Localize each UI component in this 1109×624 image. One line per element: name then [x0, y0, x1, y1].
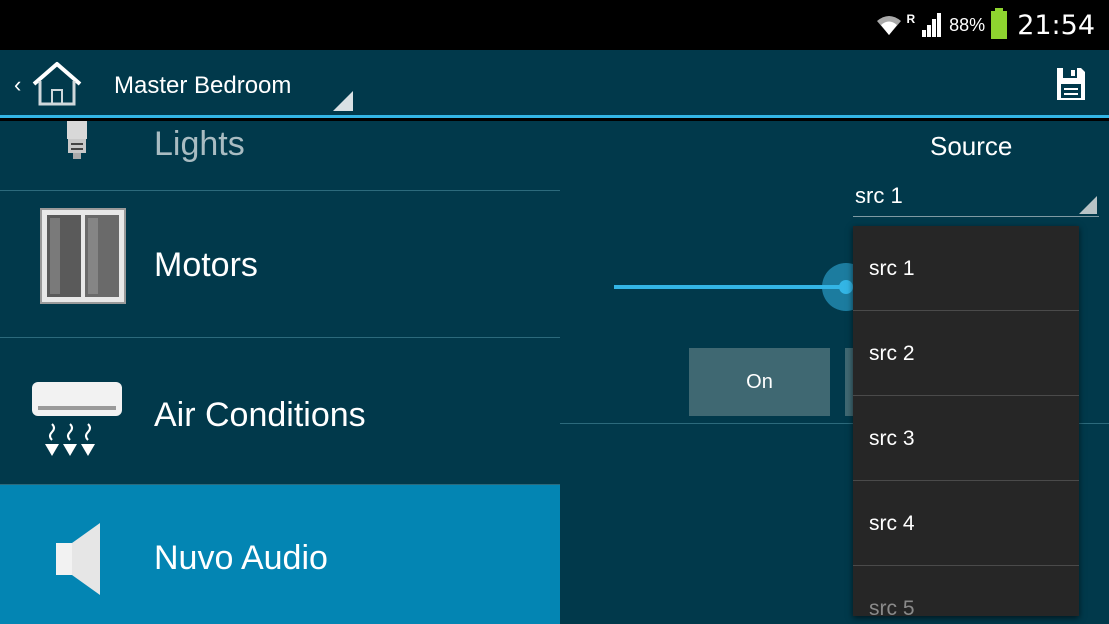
dropdown-option-label: src 4: [869, 512, 915, 535]
speaker-icon: [56, 523, 100, 595]
list-item-label: Motors: [154, 246, 258, 284]
dropdown-option-src-3[interactable]: src 3: [853, 396, 1079, 481]
dropdown-option-src-2[interactable]: src 2: [853, 311, 1079, 396]
dropdown-option-src-4[interactable]: src 4: [853, 481, 1079, 566]
list-item-lights[interactable]: Lights: [0, 121, 560, 191]
volume-slider-track[interactable]: [614, 285, 847, 289]
source-label: Source: [930, 131, 1013, 161]
device-category-list: Lights Motors Air Conditions Nuvo Audio: [0, 121, 560, 624]
window-motor-icon: [40, 208, 126, 304]
source-select[interactable]: src 1: [853, 177, 1099, 217]
list-item-nuvo-audio[interactable]: Nuvo Audio: [0, 485, 560, 624]
dropdown-option-label: src 3: [869, 427, 915, 450]
dropdown-option-label: src 1: [869, 257, 915, 280]
action-bar: ‹ Master Bedroom: [0, 50, 1109, 118]
battery-percent: 88%: [949, 14, 986, 35]
roaming-indicator: R: [906, 12, 916, 26]
wifi-icon: [877, 16, 902, 35]
page-title[interactable]: Master Bedroom: [114, 72, 291, 100]
dropdown-option-src-1[interactable]: src 1: [853, 226, 1079, 311]
dropdown-option-src-5[interactable]: src 5: [853, 566, 1079, 616]
list-item-label: Lights: [154, 125, 245, 163]
air-conditioner-icon: [32, 382, 122, 456]
home-icon[interactable]: [30, 60, 84, 106]
list-item-label: Nuvo Audio: [154, 539, 328, 577]
on-button-label: On: [746, 370, 773, 393]
up-navigation-icon[interactable]: ‹: [14, 72, 21, 98]
title-dropdown-arrow-icon[interactable]: [333, 91, 353, 111]
select-arrow-icon: [1079, 196, 1097, 214]
dropdown-option-label: src 2: [869, 342, 915, 365]
signal-icon: [922, 13, 942, 37]
status-bar: R 88% 21:54: [0, 0, 1109, 50]
source-selected-value: src 1: [855, 183, 903, 208]
status-icons: R 88% 21:54: [876, 0, 1095, 50]
on-button[interactable]: On: [689, 348, 830, 416]
source-dropdown-menu: src 1 src 2 src 3 src 4 src 5: [853, 226, 1079, 616]
list-item-motors[interactable]: Motors: [0, 191, 560, 338]
clock: 21:54: [1017, 9, 1095, 41]
list-item-label: Air Conditions: [154, 396, 366, 434]
light-bulb-icon: [67, 121, 87, 159]
dropdown-option-label: src 5: [869, 597, 915, 616]
list-item-air-conditions[interactable]: Air Conditions: [0, 338, 560, 485]
save-icon[interactable]: [1055, 66, 1087, 102]
battery-icon: [991, 8, 1008, 39]
